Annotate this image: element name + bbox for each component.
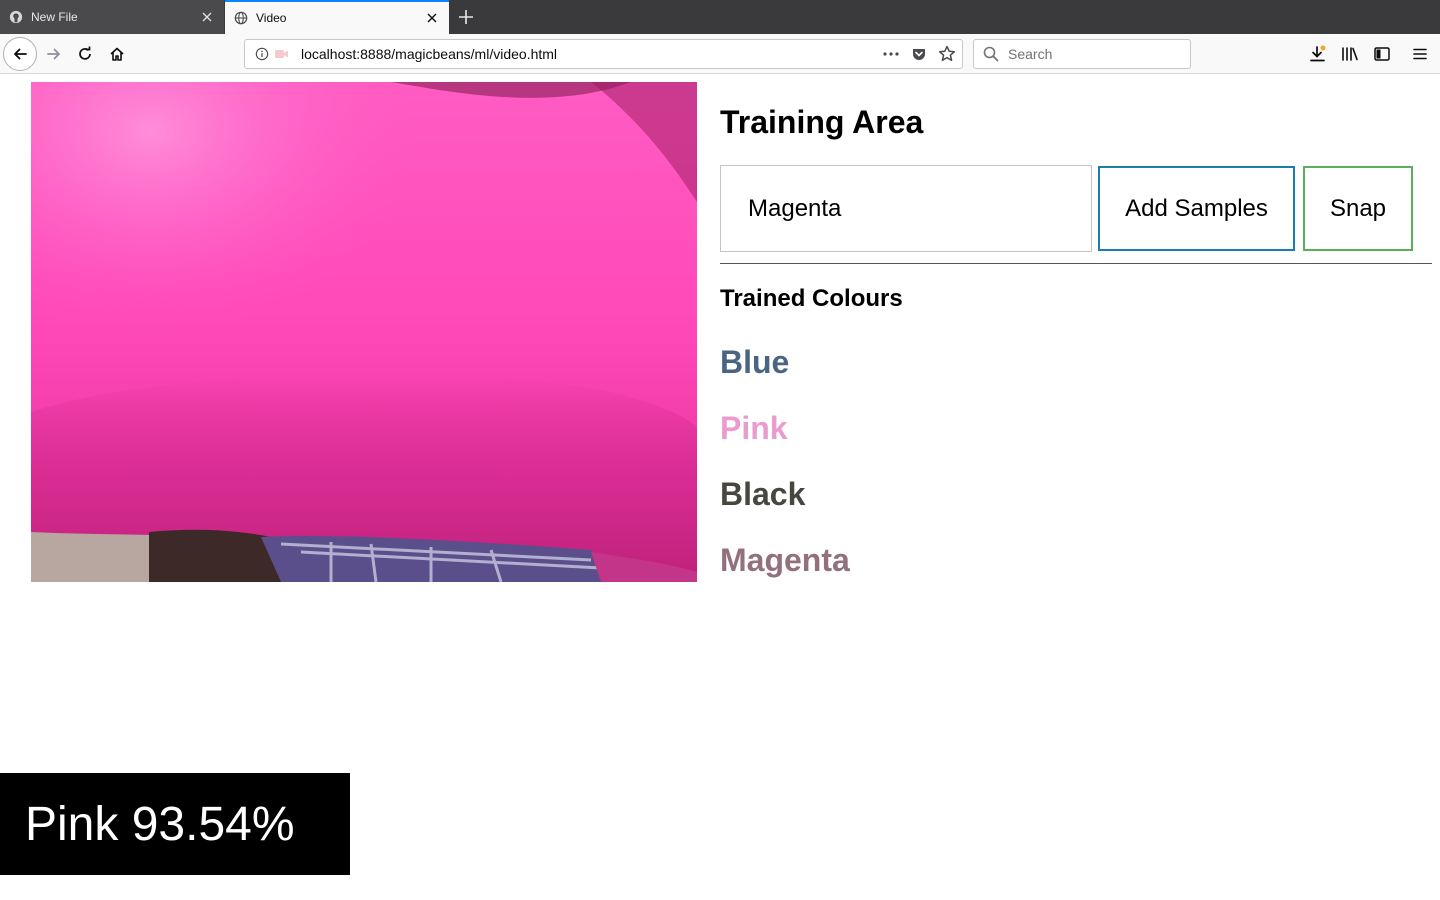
close-icon[interactable] (424, 10, 440, 26)
prediction-result: Pink 93.54% (0, 773, 350, 875)
close-icon[interactable] (199, 9, 215, 25)
arrow-left-icon (14, 48, 27, 60)
sidebar-icon (1374, 47, 1390, 61)
forward-button[interactable] (38, 38, 70, 70)
home-icon (110, 47, 124, 61)
tab-video[interactable]: Video (225, 0, 449, 34)
github-icon (8, 9, 24, 25)
trained-colour-item: Pink (720, 410, 788, 446)
navigation-bar: localhost:8888/magicbeans/ml/video.html (0, 34, 1440, 74)
trained-colour-item: Blue (720, 344, 790, 380)
menu-button[interactable] (1404, 38, 1436, 70)
url-text[interactable]: localhost:8888/magicbeans/ml/video.html (301, 46, 882, 62)
reload-button[interactable] (69, 38, 101, 70)
search-icon (982, 45, 1000, 63)
new-tab-button[interactable] (452, 4, 480, 30)
colour-label-input[interactable] (720, 165, 1092, 252)
tab-title: Video (256, 11, 287, 25)
hamburger-menu-icon (1413, 48, 1427, 60)
trained-colours-heading: Trained Colours (720, 285, 903, 312)
add-samples-button[interactable]: Add Samples (1098, 166, 1295, 251)
bookmark-star-icon[interactable] (938, 45, 956, 63)
tab-title: New File (31, 10, 78, 24)
webcam-frame (31, 82, 697, 582)
reload-icon (79, 46, 91, 60)
library-button[interactable] (1334, 38, 1366, 70)
plus-icon (459, 10, 473, 24)
back-button[interactable] (3, 37, 37, 71)
sidebar-button[interactable] (1366, 38, 1398, 70)
page-title: Training Area (720, 104, 924, 140)
training-area: Training Area Add Samples Snap Trained C… (720, 82, 1432, 578)
address-bar[interactable]: localhost:8888/magicbeans/ml/video.html (244, 39, 963, 69)
search-input[interactable] (1008, 46, 1178, 62)
training-controls: Add Samples Snap (720, 165, 1432, 252)
more-actions-icon[interactable] (882, 45, 900, 63)
globe-icon (233, 10, 249, 26)
camera-icon[interactable] (275, 48, 289, 60)
home-button[interactable] (101, 38, 133, 70)
webcam-video (31, 82, 697, 582)
trained-colour-item: Black (720, 476, 806, 512)
trained-colours-list: Blue Pink Black Magenta (720, 342, 850, 606)
library-icon (1342, 47, 1358, 61)
arrow-right-icon (47, 48, 60, 60)
downloads-button[interactable] (1302, 38, 1334, 70)
tab-strip: New File Video (0, 0, 1440, 34)
download-icon (1310, 45, 1326, 62)
snap-button[interactable]: Snap (1303, 166, 1413, 251)
tab-new-file[interactable]: New File (0, 0, 224, 34)
pocket-icon[interactable] (910, 45, 928, 63)
divider (720, 263, 1432, 264)
trained-colour-item: Magenta (720, 542, 850, 578)
info-icon[interactable] (253, 45, 271, 63)
search-bar[interactable] (973, 39, 1191, 69)
prediction-text: Pink 93.54% (25, 797, 295, 851)
